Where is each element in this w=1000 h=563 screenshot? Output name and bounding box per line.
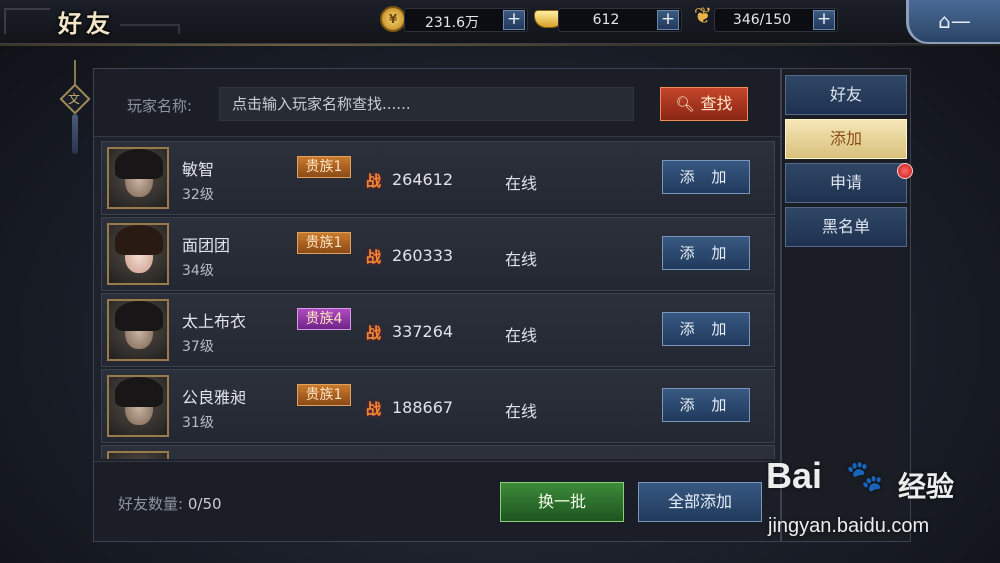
- tab-requests[interactable]: 申请: [785, 163, 913, 203]
- player-avatar: [107, 375, 169, 437]
- online-status: 在线: [505, 174, 538, 193]
- player-avatar: [107, 299, 169, 361]
- ornament-tassel: [72, 114, 78, 154]
- player-level: 31级: [182, 415, 214, 431]
- tab-add[interactable]: 添加: [785, 119, 907, 159]
- add-friend-button[interactable]: 添 加: [662, 312, 750, 346]
- magnifier-icon: 🔍︎: [675, 95, 695, 113]
- battle-power-icon: 战: [366, 324, 382, 342]
- online-status: 在线: [505, 250, 538, 269]
- player-avatar: [107, 223, 169, 285]
- battle-power-icon: 战: [366, 248, 382, 266]
- ornament-pendant: 文: [59, 60, 91, 160]
- search-label: 玩家名称:: [127, 97, 193, 115]
- paw-icon: 🐾: [846, 459, 884, 494]
- title-decoration-line: [120, 24, 180, 34]
- player-row: 太上布衣 37级 贵族4 战 337264 在线 添 加: [101, 293, 775, 367]
- battle-power-value: 337264: [392, 322, 454, 341]
- friend-count-value: 0/50: [187, 495, 222, 513]
- ornament-glyph: 文: [68, 92, 81, 106]
- add-friend-button[interactable]: 添 加: [662, 388, 750, 422]
- add-silver-button[interactable]: +: [503, 10, 525, 30]
- player-avatar: [107, 451, 169, 459]
- battle-power-value: 260333: [392, 246, 454, 265]
- player-name-search-input[interactable]: [219, 87, 634, 121]
- search-row: 玩家名称: 🔍︎ 查找: [94, 69, 780, 137]
- online-status: 在线: [505, 402, 538, 421]
- tab-blacklist[interactable]: 黑名单: [785, 207, 907, 247]
- watermark-url: jingyan.baidu.com: [768, 515, 930, 537]
- grain-value: 346/150: [732, 12, 792, 28]
- top-bar: 好友 ¥ 231.6万 + 612 + ❦ 346/150 + ⌂—: [0, 0, 1000, 46]
- battle-power-value: 264612: [392, 170, 454, 189]
- player-name: 敏智: [182, 160, 215, 179]
- noble-badge: 贵族1: [297, 232, 351, 254]
- player-name: 面团团: [182, 236, 231, 255]
- wheat-icon: ❦: [693, 4, 713, 29]
- battle-power-icon: 战: [366, 400, 382, 418]
- gold-value: 612: [592, 12, 620, 28]
- grain-resource: 346/150 +: [714, 8, 838, 32]
- add-gold-button[interactable]: +: [657, 10, 679, 30]
- player-row: 面团团 34级 贵族1 战 260333 在线 添 加: [101, 217, 775, 291]
- tab-friends[interactable]: 好友: [785, 75, 907, 115]
- watermark-jingyan: 经验: [898, 470, 955, 503]
- player-level: 32级: [182, 187, 214, 203]
- title-decoration: [4, 8, 50, 34]
- search-button-label: 查找: [700, 94, 733, 113]
- noble-badge: 贵族1: [297, 384, 351, 406]
- home-back-button[interactable]: ⌂—: [906, 0, 1000, 44]
- player-level: 37级: [182, 339, 214, 355]
- search-button[interactable]: 🔍︎ 查找: [660, 87, 748, 121]
- player-row-partial: [101, 445, 775, 459]
- baidu-jingyan-watermark: Bai 🐾 经验 jingyan.baidu.com: [766, 455, 996, 555]
- add-friend-button[interactable]: 添 加: [662, 160, 750, 194]
- add-friend-button[interactable]: 添 加: [662, 236, 750, 270]
- noble-badge: 贵族4: [297, 308, 351, 330]
- add-friend-panel: 玩家名称: 🔍︎ 查找 敏智 32级 贵族1 战 264612 在线 添 加 面团…: [93, 68, 781, 542]
- tab-requests-label: 申请: [829, 173, 862, 192]
- page-title: 好友: [58, 9, 114, 38]
- player-name: 公良雅昶: [182, 388, 247, 407]
- friend-count-label: 好友数量:: [118, 495, 184, 513]
- coin-icon: ¥: [380, 6, 406, 32]
- friend-count: 好友数量: 0/50: [118, 493, 222, 514]
- gold-resource: 612 +: [558, 8, 682, 32]
- silver-value: 231.6万: [424, 15, 480, 31]
- battle-power-icon: 战: [366, 172, 382, 190]
- player-level: 34级: [182, 263, 214, 279]
- silver-resource: 231.6万 +: [404, 8, 528, 32]
- battle-power-value: 188667: [392, 398, 454, 417]
- player-avatar: [107, 147, 169, 209]
- noble-badge: 贵族1: [297, 156, 351, 178]
- home-back-icon: ⌂—: [938, 9, 971, 33]
- refresh-batch-button[interactable]: 换一批: [500, 482, 624, 522]
- online-status: 在线: [505, 326, 538, 345]
- add-grain-button[interactable]: +: [813, 10, 835, 30]
- watermark-brand: Bai: [766, 455, 823, 496]
- player-row: 敏智 32级 贵族1 战 264612 在线 添 加: [101, 141, 775, 215]
- footer-row: 好友数量: 0/50 换一批 全部添加: [94, 461, 780, 541]
- player-list[interactable]: 敏智 32级 贵族1 战 264612 在线 添 加 面团团 34级 贵族1 战…: [101, 141, 775, 459]
- player-row: 公良雅昶 31级 贵族1 战 188667 在线 添 加: [101, 369, 775, 443]
- player-name: 太上布衣: [182, 312, 247, 331]
- notification-badge: [897, 163, 913, 179]
- add-all-button[interactable]: 全部添加: [638, 482, 762, 522]
